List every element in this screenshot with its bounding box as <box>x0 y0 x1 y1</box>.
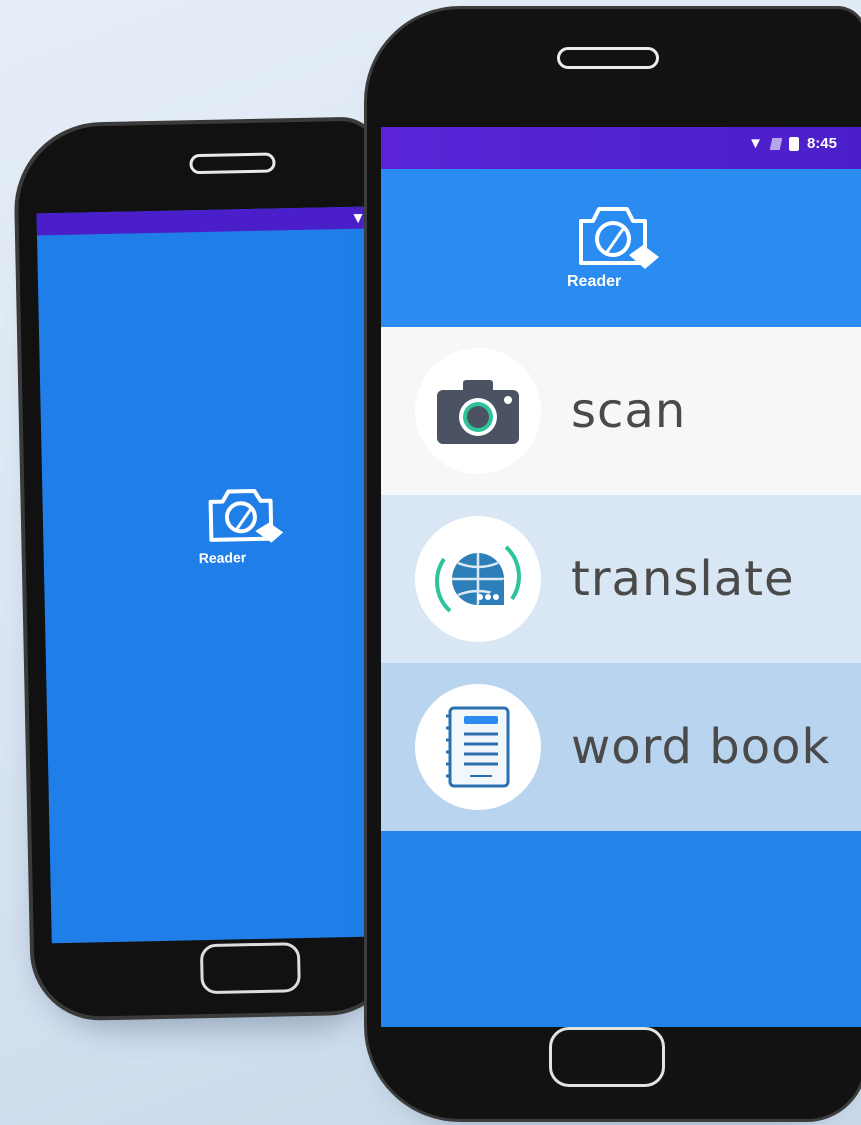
reader-logo-icon <box>579 207 659 269</box>
back-phone: ▼ Reader <box>0 0 400 1030</box>
back-status-bar: ▼ <box>36 206 377 236</box>
menu-label-scan: scan <box>571 383 687 439</box>
signal-icon <box>769 137 783 150</box>
splash-logo-text: Reader <box>198 549 247 567</box>
app-header: Reader <box>381 169 861 327</box>
translate-icon-circle <box>415 516 541 642</box>
wifi-icon: ▼ <box>353 210 363 225</box>
menu-label-word-book: word book <box>571 719 831 775</box>
notebook-icon <box>446 706 510 788</box>
back-phone-splash-screen: ▼ Reader <box>36 206 392 944</box>
wordbook-icon-circle <box>415 684 541 810</box>
status-icons: ▼ 8:45 <box>748 135 837 152</box>
back-phone-speaker <box>189 152 276 175</box>
menu-item-scan[interactable]: scan <box>381 327 861 495</box>
status-bar: ▼ 8:45 <box>381 127 861 169</box>
battery-icon <box>788 136 799 151</box>
menu-item-word-book[interactable]: word book <box>381 663 861 831</box>
wifi-icon: ▼ <box>748 135 763 152</box>
camera-icon <box>437 380 519 444</box>
back-phone-home-button <box>199 942 301 995</box>
globe-translate-icon <box>435 545 521 613</box>
status-time: 8:45 <box>806 135 837 152</box>
header-logo-text: Reader <box>567 273 622 290</box>
home-button[interactable] <box>549 1027 665 1087</box>
main-screen: ▼ 8:45 Reader scan translate word book <box>381 127 861 1027</box>
reader-logo-icon <box>208 488 284 543</box>
back-phone-body: ▼ Reader <box>12 116 400 1022</box>
menu-item-translate[interactable]: translate <box>381 495 861 663</box>
scan-icon-circle <box>415 348 541 474</box>
menu-label-translate: translate <box>571 551 795 607</box>
front-phone: ▼ 8:45 Reader scan translate word book <box>364 6 861 1122</box>
front-phone-speaker <box>557 47 659 69</box>
